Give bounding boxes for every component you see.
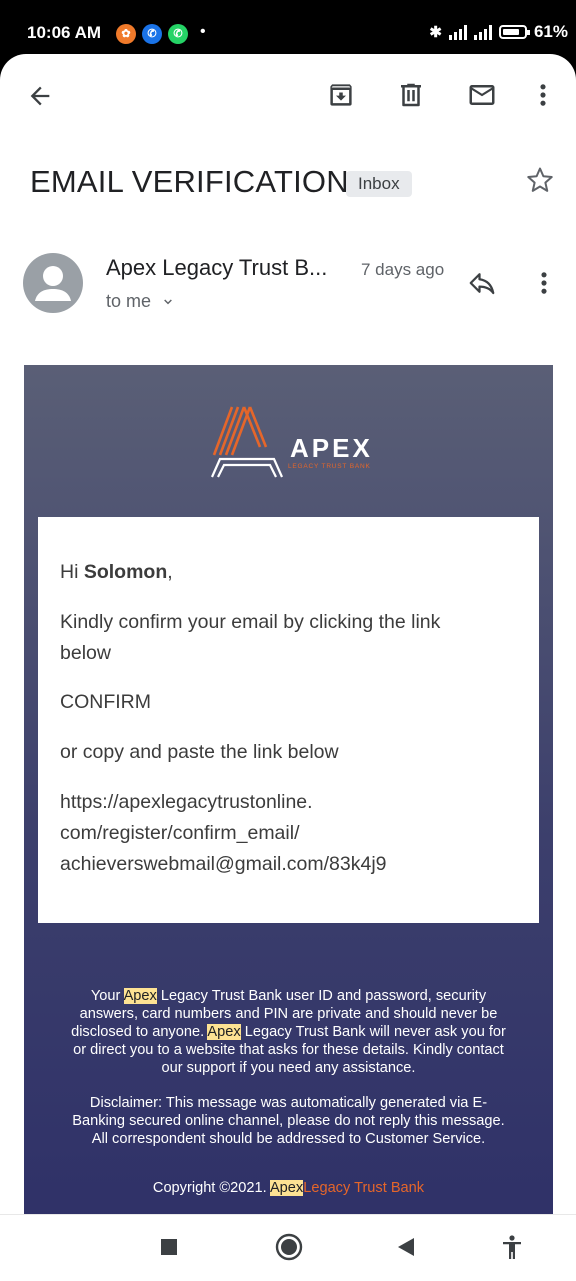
message-more-icon[interactable] <box>530 268 558 303</box>
email-body: APEX LEGACY TRUST BANK Hi Solomon, Kindl… <box>24 365 553 1214</box>
reply-icon[interactable] <box>467 268 497 303</box>
recipient-toggle[interactable]: to me <box>106 291 176 312</box>
home-circle-icon[interactable] <box>275 1233 303 1266</box>
battery-level: 61% <box>533 22 568 41</box>
confirm-link[interactable]: CONFIRM <box>60 687 151 718</box>
bluetooth-icon: ✱ <box>429 24 442 41</box>
mail-icon[interactable] <box>466 80 498 115</box>
back-arrow-icon[interactable] <box>26 82 54 115</box>
message-card: Hi Solomon, Kindly confirm your email by… <box>38 517 539 923</box>
disclaimer-text: Disclaimer: This message was automatical… <box>72 1095 505 1147</box>
security-notice: Your Apex Legacy Trust Bank user ID and … <box>71 988 506 1076</box>
copy-instruction: or copy and paste the link below <box>60 741 339 763</box>
star-outline-icon[interactable] <box>525 165 555 200</box>
phone-app-icon: ✆ <box>142 24 162 44</box>
recents-square-icon[interactable] <box>160 1238 178 1261</box>
battery-icon <box>498 25 530 39</box>
more-vert-icon[interactable] <box>529 80 557 115</box>
sender-avatar[interactable] <box>23 253 83 313</box>
inbox-label-chip[interactable]: Inbox <box>346 171 412 197</box>
recipient-name: Solomon <box>83 561 168 583</box>
chevron-down-icon <box>164 299 172 305</box>
email-subject: EMAIL VERIFICATION <box>30 164 349 199</box>
notification-app-icon: ✿ <box>116 24 136 44</box>
sender-name[interactable]: Apex Legacy Trust B... <box>106 255 327 281</box>
recipient-text: to me <box>106 291 152 311</box>
logo-tagline: LEGACY TRUST BANK <box>288 463 371 470</box>
signal-4g-icon <box>473 24 492 40</box>
logo-name: APEX <box>290 433 373 463</box>
greeting: Hi Solomon, <box>60 561 173 583</box>
apex-logo-mark-icon <box>210 406 284 478</box>
whatsapp-icon: ✆ <box>168 24 188 44</box>
trash-icon[interactable] <box>396 80 426 115</box>
status-dot: • <box>200 23 206 40</box>
instruction-text: Kindly confirm your email by clicking th… <box>60 611 441 664</box>
signal-icon <box>448 24 467 40</box>
copyright-text: Copyright ©2021. ApexLegacy Trust Bank <box>152 1180 425 1196</box>
system-nav-bar <box>0 1214 576 1281</box>
verification-url[interactable]: https://apexlegacytrustonline. com/regis… <box>60 787 387 880</box>
accessibility-icon[interactable] <box>501 1234 523 1265</box>
email-date: 7 days ago <box>361 260 445 279</box>
email-view: EMAIL VERIFICATION Inbox Apex Legacy Tru… <box>0 54 576 1214</box>
status-time: 10:06 AM <box>27 23 102 42</box>
archive-icon[interactable] <box>326 80 356 115</box>
back-triangle-icon[interactable] <box>396 1237 416 1262</box>
